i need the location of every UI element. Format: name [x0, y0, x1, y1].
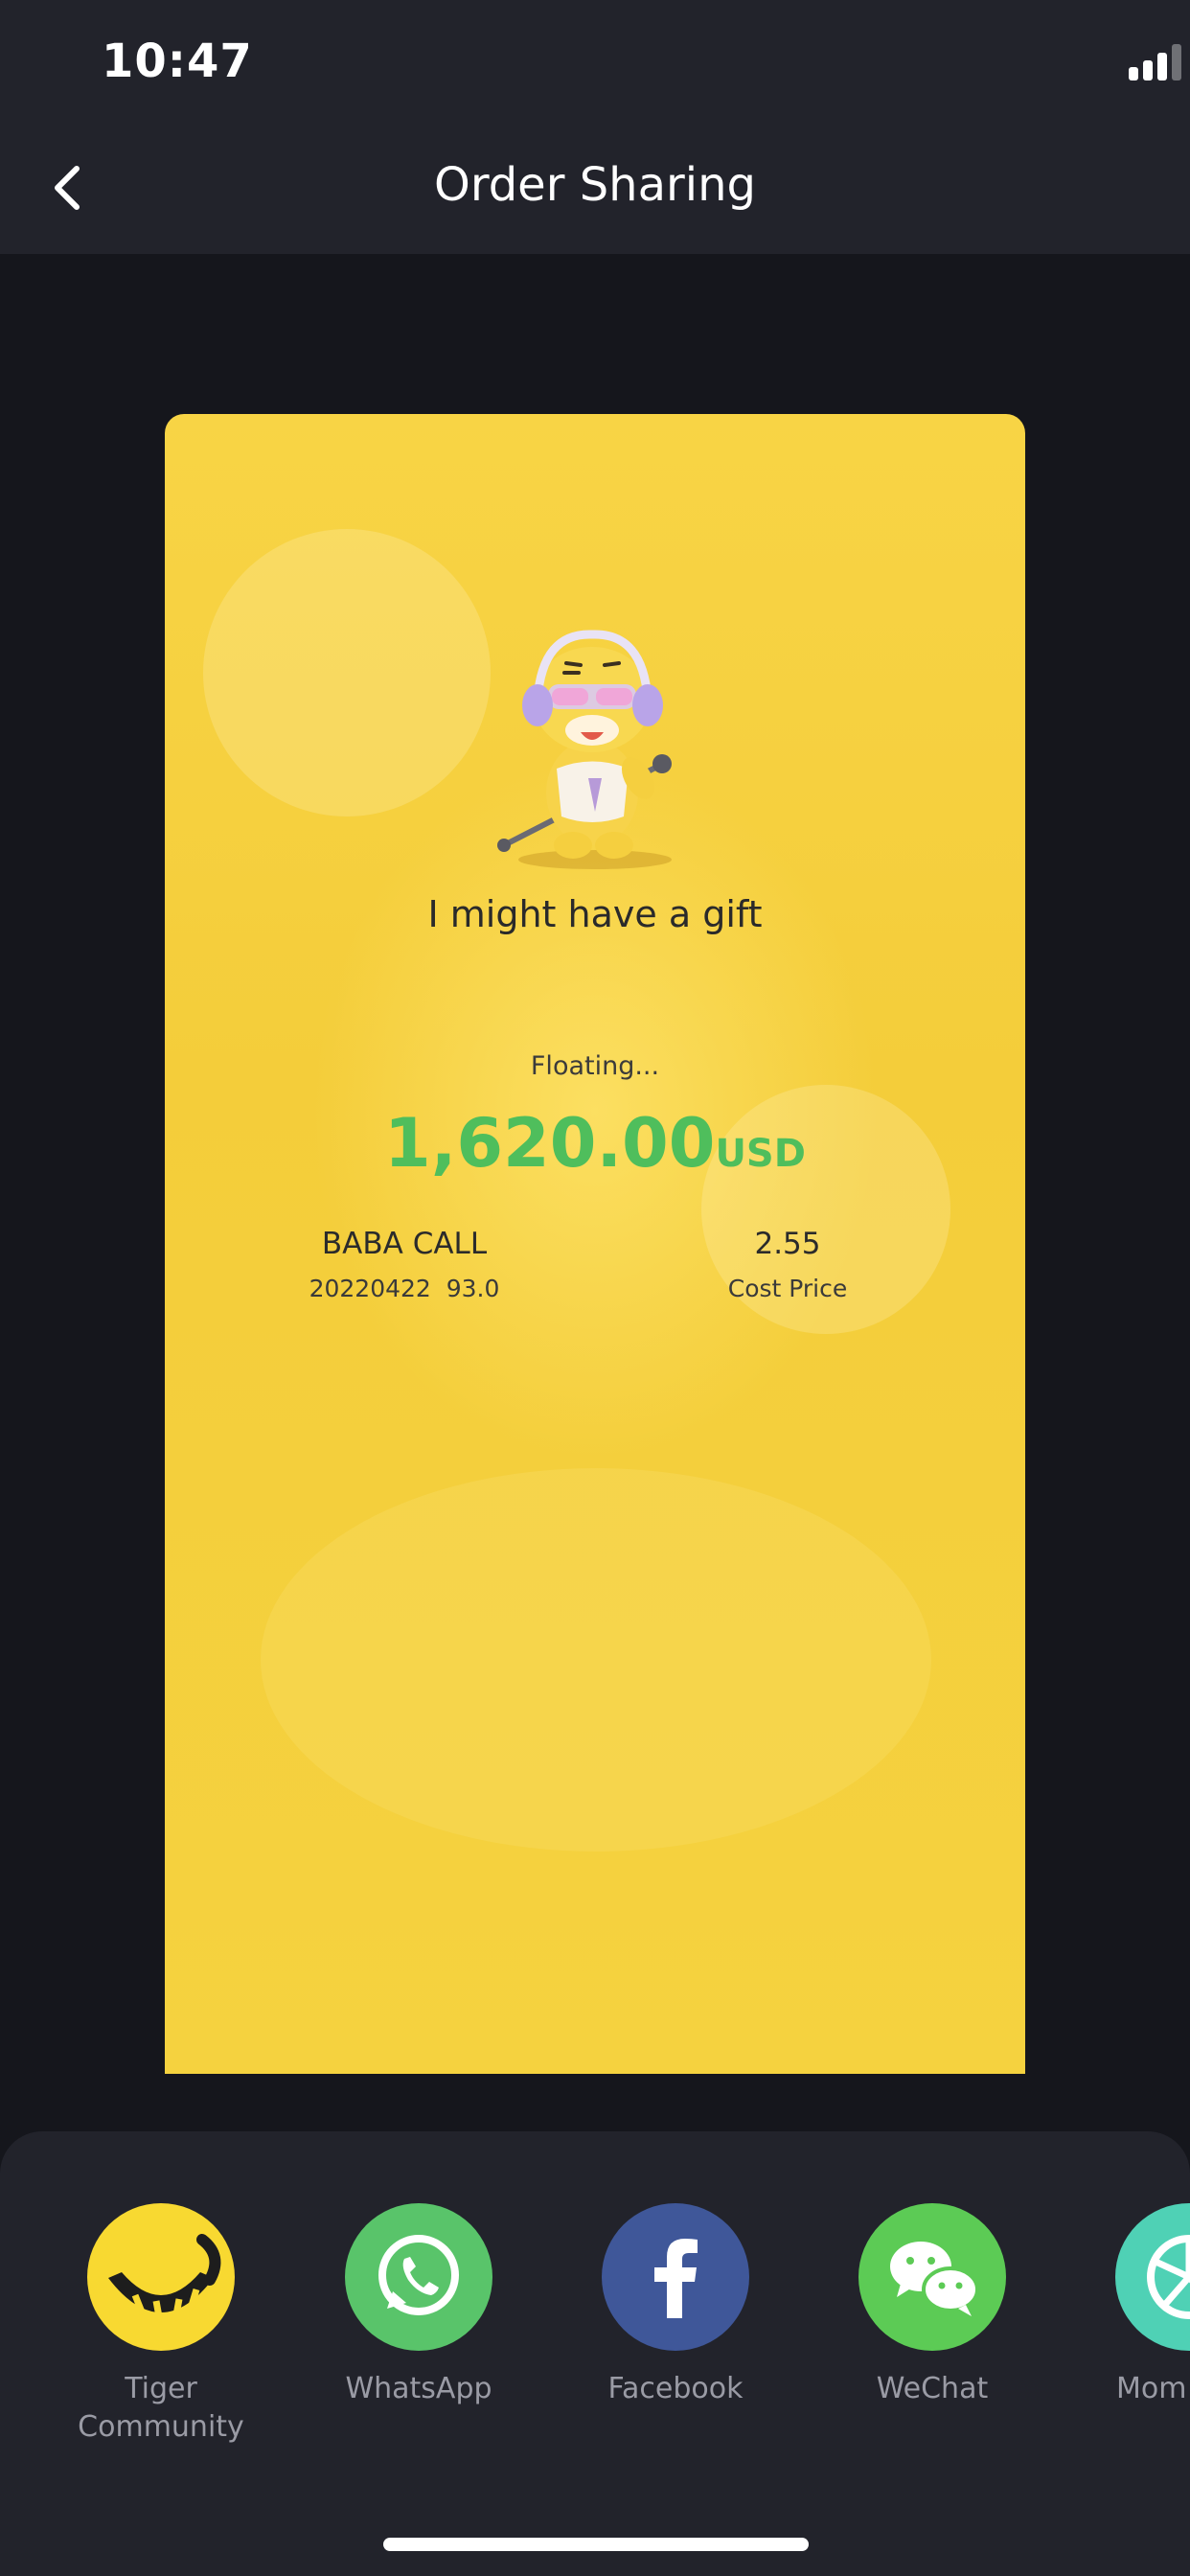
share-wechat[interactable]: WeChat — [817, 2203, 1047, 2408]
contract-detail: 20220422 93.0 — [309, 1275, 500, 1302]
cost-price-info: 2.55 Cost Price — [682, 1227, 893, 1302]
cellular-signal-icon — [1129, 42, 1182, 84]
moments-icon — [1115, 2203, 1190, 2351]
whatsapp-icon — [345, 2203, 492, 2351]
share-card: I might have a gift Floating... 1,620.00… — [165, 414, 1025, 2074]
pnl-status: Floating... — [530, 1051, 660, 1081]
pnl-amount: 1,620.00USD — [165, 1104, 1025, 1183]
share-tiger-community[interactable]: Tiger Community — [46, 2203, 276, 2447]
pnl-currency: USD — [715, 1132, 806, 1176]
contract-name: BABA CALL — [321, 1227, 488, 1261]
tiger-icon — [87, 2203, 235, 2351]
share-sheet: Tiger Community WhatsApp Facebook WeChat… — [0, 2131, 1190, 2576]
share-label: Mom — [1116, 2372, 1187, 2405]
home-indicator — [383, 2538, 809, 2551]
share-label: Tiger Community — [78, 2372, 244, 2444]
share-label: Facebook — [607, 2372, 744, 2405]
share-label: WhatsApp — [345, 2372, 492, 2405]
wechat-icon — [858, 2203, 1006, 2351]
page-title: Order Sharing — [434, 158, 756, 212]
contract-info: BABA CALL 20220422 93.0 — [280, 1227, 529, 1302]
gift-tagline: I might have a gift — [427, 893, 763, 935]
share-label: WeChat — [876, 2372, 989, 2405]
cost-price-value: 2.55 — [754, 1227, 821, 1261]
status-time: 10:47 — [102, 34, 253, 88]
share-facebook[interactable]: Facebook — [561, 2203, 790, 2408]
top-bar: 10:47 Order Sharing — [0, 0, 1190, 254]
tiger-mascot-image — [497, 630, 672, 869]
pnl-value: 1,620.00 — [384, 1104, 716, 1183]
share-moments[interactable]: Mom — [1074, 2203, 1190, 2408]
cost-price-label: Cost Price — [727, 1275, 848, 1302]
facebook-icon — [602, 2203, 749, 2351]
share-whatsapp[interactable]: WhatsApp — [304, 2203, 534, 2408]
